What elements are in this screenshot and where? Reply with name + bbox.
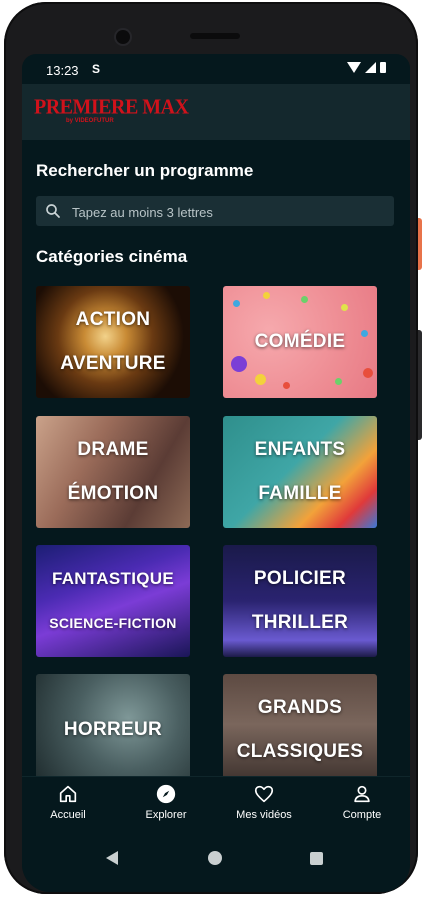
earpiece-speaker — [190, 33, 240, 39]
category-tile-action-aventure[interactable]: ACTION AVENTURE — [36, 286, 190, 398]
confetti-decoration — [341, 304, 348, 311]
category-label: FANTASTIQUE SCIENCE-FICTION — [49, 569, 177, 631]
category-tile-comedie[interactable]: COMÉDIE — [223, 286, 377, 398]
battery-icon — [380, 62, 386, 73]
phone-frame: 13:23 S PREMIERE MAX by VIDEOFUTUR Reche… — [4, 2, 418, 894]
confetti-decoration — [233, 300, 240, 307]
app-logo[interactable]: PREMIERE MAX — [34, 95, 189, 119]
heart-icon — [254, 785, 274, 803]
category-tile-drame-emotion[interactable]: DRAME ÉMOTION — [36, 416, 190, 528]
app-header: PREMIERE MAX by VIDEOFUTUR — [22, 84, 410, 140]
category-label: GRANDS CLASSIQUES — [236, 697, 364, 762]
category-tile-fantastique-science-fiction[interactable]: FANTASTIQUE SCIENCE-FICTION — [36, 545, 190, 657]
category-tile-grands-classiques[interactable]: GRANDS CLASSIQUES — [223, 674, 377, 786]
confetti-decoration — [363, 368, 373, 378]
nav-label: Accueil — [50, 809, 86, 821]
category-tile-enfants-famille[interactable]: ENFANTS FAMILLE — [223, 416, 377, 528]
nav-label: Mes vidéos — [236, 809, 292, 821]
nav-item-accueil[interactable]: Accueil — [28, 783, 108, 821]
home-icon — [59, 785, 77, 803]
compass-icon — [156, 784, 176, 804]
category-tile-horreur[interactable]: HORREUR — [36, 674, 190, 786]
app-screen: 13:23 S PREMIERE MAX by VIDEOFUTUR Reche… — [22, 54, 410, 892]
status-bar: 13:23 S — [22, 54, 410, 84]
recents-icon[interactable] — [310, 852, 323, 865]
nav-item-mes-videos[interactable]: Mes vidéos — [224, 783, 304, 821]
app-logo-subtitle: by VIDEOFUTUR — [66, 118, 114, 124]
category-label: ENFANTS FAMILLE — [254, 439, 346, 504]
categories-heading: Catégories cinéma — [36, 247, 188, 266]
search-icon — [46, 204, 60, 218]
bottom-navigation: Accueil Explorer Mes vidéos Compte — [22, 776, 410, 835]
confetti-decoration — [231, 356, 247, 372]
power-button — [418, 218, 422, 270]
category-label: HORREUR — [63, 719, 163, 740]
system-navigation-bar — [22, 834, 410, 892]
confetti-decoration — [301, 296, 308, 303]
system-icons — [347, 62, 386, 73]
notification-icon: S — [92, 62, 101, 76]
confetti-decoration — [255, 374, 266, 385]
search-field[interactable] — [36, 196, 394, 228]
nav-label: Compte — [342, 809, 382, 821]
wifi-icon — [347, 62, 361, 73]
nav-label: Explorer — [145, 809, 187, 821]
category-tile-policier-thriller[interactable]: POLICIER THRILLER — [223, 545, 377, 657]
category-label: DRAME ÉMOTION — [67, 439, 159, 504]
category-label: ACTION AVENTURE — [60, 309, 166, 374]
front-camera — [116, 30, 130, 44]
volume-button — [418, 330, 422, 440]
confetti-decoration — [361, 330, 368, 337]
signal-icon — [365, 62, 376, 73]
category-label: COMÉDIE — [254, 331, 346, 352]
back-icon[interactable] — [106, 851, 118, 865]
user-icon — [354, 785, 370, 803]
search-input[interactable] — [70, 196, 384, 228]
confetti-decoration — [283, 382, 290, 389]
search-heading: Rechercher un programme — [36, 161, 254, 180]
nav-item-explorer[interactable]: Explorer — [126, 783, 206, 821]
category-label: POLICIER THRILLER — [251, 568, 349, 633]
confetti-decoration — [335, 378, 342, 385]
status-time: 13:23 — [46, 63, 79, 78]
confetti-decoration — [263, 292, 270, 299]
nav-item-compte[interactable]: Compte — [322, 783, 402, 821]
home-button-icon[interactable] — [208, 851, 222, 865]
